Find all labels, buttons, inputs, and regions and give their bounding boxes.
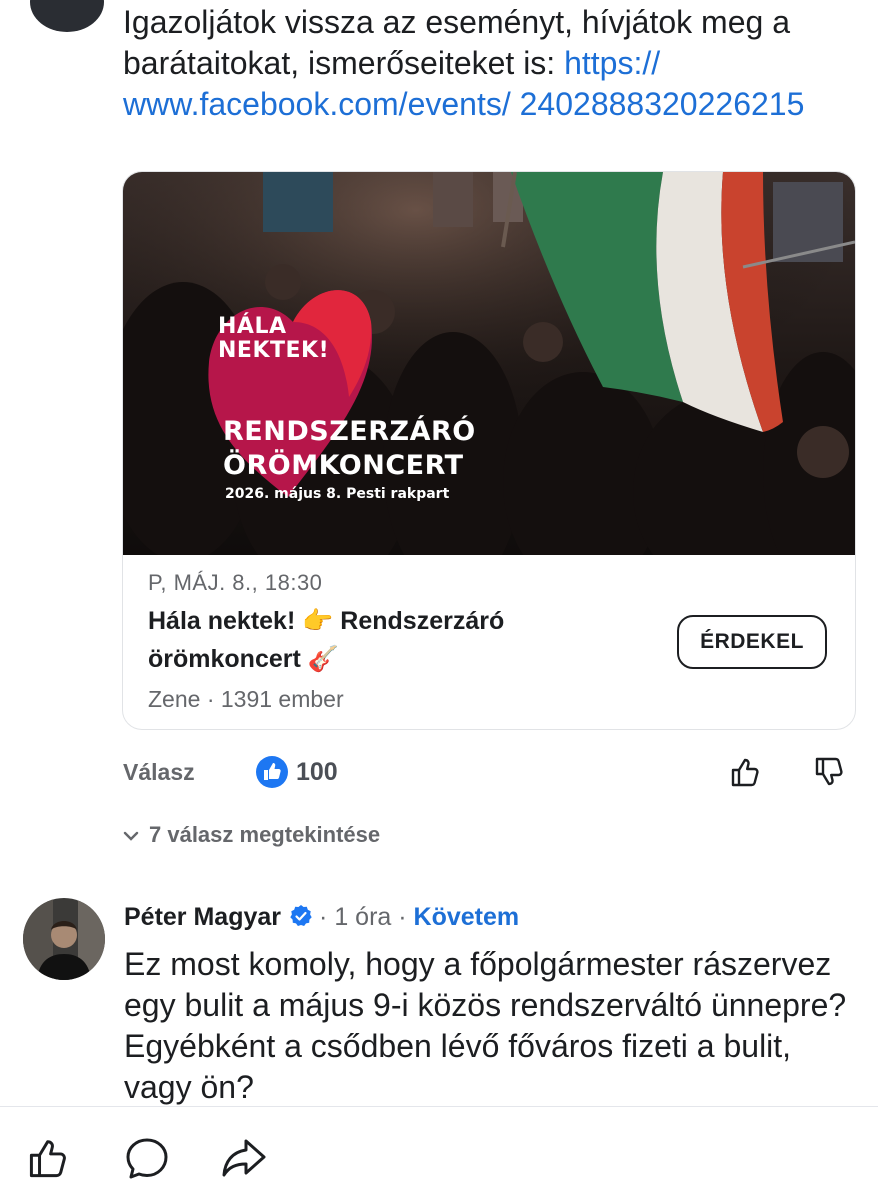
event-title-line1: Hála nektek! 👉 Rendszerzáró xyxy=(148,607,505,635)
poster-title-line1: RENDSZERZÁRÓ xyxy=(223,416,476,447)
poster-title: RENDSZERZÁRÓ ÖRÖMKONCERT xyxy=(223,415,476,483)
heart-line1: HÁLA xyxy=(218,314,287,339)
event-title[interactable]: Hála nektek! 👉 Rendszerzáró örömkoncert … xyxy=(148,602,648,678)
verified-badge-icon xyxy=(290,905,312,926)
like-count[interactable]: 100 xyxy=(296,758,338,787)
like-badge-icon xyxy=(256,756,288,788)
poster-text: HÁLA NEKTEK! RENDSZERZÁRÓ ÖRÖMKONCERT 20… xyxy=(123,172,855,555)
like-icon[interactable] xyxy=(26,1135,72,1181)
share-icon[interactable] xyxy=(220,1135,268,1181)
author-avatar[interactable] xyxy=(23,898,105,980)
event-category-count: Zene · 1391 ember xyxy=(148,686,344,712)
comment-time[interactable]: 1 óra xyxy=(334,903,391,931)
separator-dot: · xyxy=(398,903,407,931)
comment-body: Ez most komoly, hogy a főpolgármester rá… xyxy=(124,946,847,1105)
separator-dot: · xyxy=(319,903,328,931)
poster-title-line2: ÖRÖMKONCERT xyxy=(223,450,464,481)
event-title-line2: örömkoncert 🎸 xyxy=(148,645,339,673)
view-replies-button[interactable]: 7 válasz megtekintése xyxy=(123,822,380,848)
thumbs-up-icon[interactable] xyxy=(729,755,763,789)
comment-body: Igazoljátok vissza az eseményt, hívjátok… xyxy=(123,2,863,125)
comment-text: Igazoljátok vissza az eseményt, hívjátok… xyxy=(123,4,790,81)
follow-button[interactable]: Követem xyxy=(414,903,520,931)
heart-logo-text: HÁLA NEKTEK! xyxy=(218,315,338,363)
thumbs-down-icon[interactable] xyxy=(813,755,847,789)
interested-button[interactable]: ÉRDEKEL xyxy=(677,615,827,669)
poster-date: 2026. május 8. Pesti rakpart xyxy=(225,486,450,502)
event-card[interactable]: HÁLA NEKTEK! RENDSZERZÁRÓ ÖRÖMKONCERT 20… xyxy=(122,171,856,730)
comment-header: Péter Magyar · 1 óra · Követem xyxy=(124,903,519,932)
event-datetime: P, MÁJ. 8., 18:30 xyxy=(148,570,323,595)
commenter-avatar[interactable] xyxy=(30,0,104,32)
heart-line2: NEKTEK! xyxy=(218,338,330,363)
reply-button[interactable]: Válasz xyxy=(123,759,195,786)
event-cover-image[interactable]: HÁLA NEKTEK! RENDSZERZÁRÓ ÖRÖMKONCERT 20… xyxy=(123,172,855,555)
comment-actions: Válasz 100 xyxy=(123,755,853,795)
chevron-down-icon xyxy=(123,822,149,848)
bottom-action-bar xyxy=(0,1106,878,1201)
view-replies-label: 7 válasz megtekintése xyxy=(149,822,381,847)
comment-icon[interactable] xyxy=(124,1135,170,1181)
author-name[interactable]: Péter Magyar xyxy=(124,903,281,931)
